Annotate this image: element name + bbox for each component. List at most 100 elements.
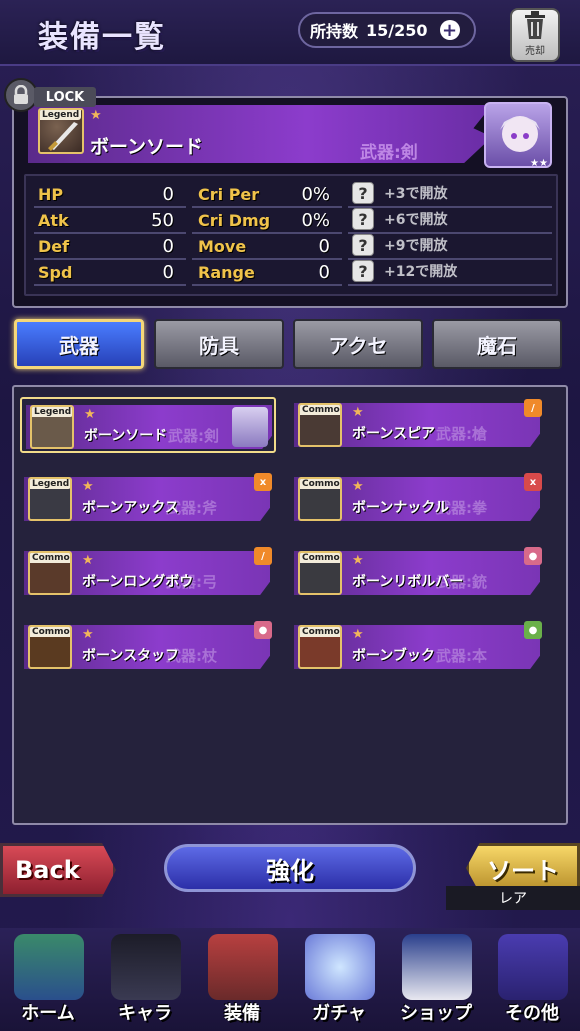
stat-row: Move (198, 236, 246, 256)
question-icon: ? (352, 182, 374, 204)
nav-label: ショップ (400, 1003, 472, 1024)
owned-value: 15/250 (366, 20, 428, 40)
header-bar: 装備一覧 所持数 15/250 + 売却 (0, 0, 580, 66)
question-icon: ? (352, 260, 374, 282)
nav-other[interactable]: その他 (484, 928, 580, 1031)
equipment-list-item[interactable]: Common ★ 武器:槍 ボーンスピア / (290, 397, 546, 453)
menu-icon (498, 934, 568, 1000)
sword-shield-icon (208, 934, 278, 1000)
nav-label: ガチャ (312, 1003, 366, 1024)
item-category: 武器:本 (436, 647, 487, 665)
skill-slot[interactable]: ? +3で開放 (352, 182, 447, 204)
stat-label: Range (198, 262, 255, 282)
rarity-tag: Common (30, 627, 70, 637)
equipped-character-avatar (232, 407, 268, 447)
stat-row: Cri Dmg (198, 210, 270, 230)
lock-icon[interactable] (4, 78, 38, 112)
enhance-button[interactable]: 強化 (164, 844, 416, 892)
nav-character[interactable]: キャラ (97, 928, 193, 1031)
stat-label: Move (198, 236, 247, 256)
knuckle-icon: Common (298, 477, 342, 521)
stat-value: 0% (301, 210, 330, 231)
stat-label: HP (38, 184, 64, 204)
stat-divider (34, 232, 186, 234)
stat-row: HP (38, 184, 63, 204)
unlock-text: +12で開放 (384, 264, 458, 280)
nav-gacha[interactable]: ガチャ (291, 928, 387, 1031)
stat-divider (348, 284, 552, 286)
sell-label: 売却 (525, 46, 545, 57)
tab-accessory[interactable]: アクセ (293, 319, 423, 369)
sword-icon: Legend (38, 108, 84, 154)
equipment-list-item[interactable]: Common ★ 武器:杖 ボーンスタッフ ● (20, 619, 276, 675)
star-icon: ★ (352, 553, 364, 568)
nav-shop[interactable]: ショップ (388, 928, 484, 1031)
equipment-list-item[interactable]: Legend ★ 武器:剣 ボーンソード (20, 397, 276, 453)
stat-label: Atk (38, 210, 69, 230)
tab-magic-stone[interactable]: 魔石 (432, 319, 562, 369)
stat-divider (348, 258, 552, 260)
stat-row: Atk (38, 210, 69, 230)
nav-label: ホーム (21, 1003, 75, 1024)
house-icon (14, 934, 84, 1000)
star-icon: ★ (352, 405, 364, 420)
skill-badge-icon: ● (254, 621, 272, 639)
equipment-list[interactable]: Legend ★ 武器:剣 ボーンソード Common ★ 武器:槍 ボーンスピア / Legen… (12, 385, 568, 825)
item-name: ボーンブック (352, 648, 435, 664)
plus-icon[interactable]: + (439, 20, 460, 41)
sword-icon: Legend (30, 405, 74, 449)
stat-label: Cri Dmg (198, 210, 271, 230)
owned-count[interactable]: 所持数 15/250 + (298, 12, 476, 48)
tab-armor[interactable]: 防具 (154, 319, 284, 369)
nav-home[interactable]: ホーム (0, 928, 96, 1031)
equipment-category: 武器:剣 (360, 143, 418, 163)
item-category: 武器:槍 (436, 425, 487, 443)
equipped-character-avatar[interactable]: ★★ (484, 102, 552, 168)
equipment-list-item[interactable]: Common ★ 武器:拳 ボーンナックル x (290, 471, 546, 527)
stat-divider (348, 206, 552, 208)
skill-slot[interactable]: ? +9で開放 (352, 234, 447, 256)
skill-slot[interactable]: ? +12で開放 (352, 260, 458, 282)
stat-divider (192, 206, 342, 208)
unlock-text: +6で開放 (384, 212, 448, 228)
sort-mode-label: レア (446, 886, 580, 910)
star-icon: ★ (82, 553, 94, 568)
staff-icon: Common (28, 625, 72, 669)
stat-divider (192, 258, 342, 260)
back-button[interactable]: Back (0, 843, 116, 897)
nav-equipment[interactable]: 装備 (194, 928, 290, 1031)
owned-label: 所持数 (310, 22, 359, 41)
sell-button[interactable]: 売却 (510, 8, 560, 62)
skill-slot[interactable]: ? +6で開放 (352, 208, 448, 230)
item-name: ボーンロングボウ (82, 574, 194, 590)
stat-value: 0 (162, 262, 174, 283)
tab-weapon[interactable]: 武器 (14, 319, 144, 369)
stat-row: Spd (38, 262, 72, 282)
star-icon: ★ (82, 627, 94, 642)
star-icon: ★ (352, 479, 364, 494)
lock-label[interactable]: LOCK (34, 87, 96, 107)
equipment-list-item[interactable]: Common ★ 武器:銃 ボーンリボルバー ● (290, 545, 546, 601)
rarity-tag: Legend (30, 479, 70, 489)
stat-row: Range (198, 262, 255, 282)
item-name: ボーンスピア (352, 426, 436, 442)
skill-badge-icon: ● (524, 621, 542, 639)
rarity-tag: Legend (40, 110, 82, 120)
stat-divider (192, 232, 342, 234)
item-name: ボーンリボルバー (352, 574, 464, 590)
rarity-tag: Common (300, 553, 340, 563)
bow-icon: Common (28, 551, 72, 595)
spear-icon: Common (298, 403, 342, 447)
stat-divider (34, 206, 186, 208)
equipment-list-item[interactable]: Common ★ 武器:弓 ボーンロングボウ / (20, 545, 276, 601)
star-icon: ★ (82, 479, 94, 494)
item-name: ボーンソード (84, 428, 168, 444)
equipment-list-item[interactable]: Common ★ 武器:本 ボーンブック ● (290, 619, 546, 675)
character-icon (111, 934, 181, 1000)
stat-divider (192, 284, 342, 286)
stat-value: 50 (151, 210, 174, 231)
equipment-list-item[interactable]: Legend ★ 武器:斧 ボーンアックス x (20, 471, 276, 527)
item-name: ボーンナックル (352, 500, 449, 516)
equipment-detail-panel: Legend ★ ボーンソード 武器:剣 ★★ HP 0 Cri Per 0%? +3で… (12, 96, 568, 308)
nav-label: 装備 (224, 1003, 260, 1024)
